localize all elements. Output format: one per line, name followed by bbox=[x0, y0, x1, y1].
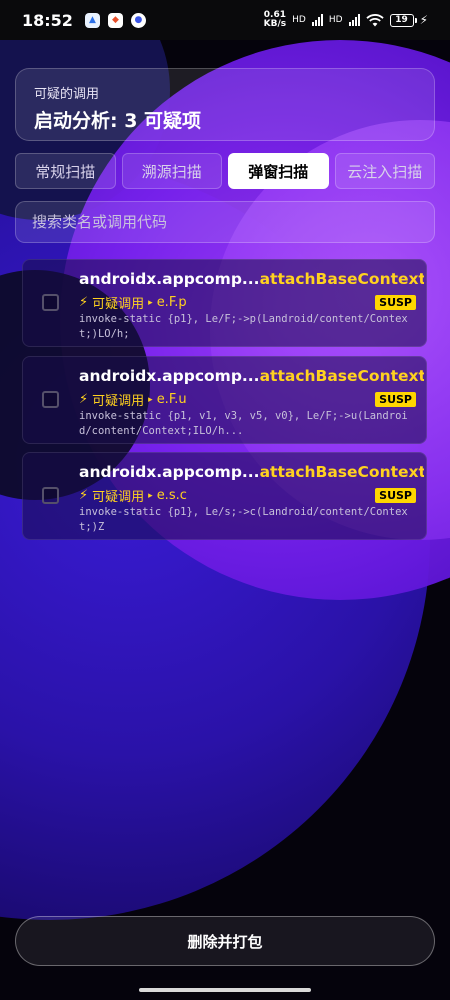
search-box bbox=[15, 201, 435, 243]
tab-trace-scan[interactable]: 溯源扫描 bbox=[121, 153, 222, 189]
status-bar: 18:52 ▲ ◆ ● 0.61 KB/s HD HD 19 ⚡ bbox=[0, 0, 450, 40]
result-card[interactable]: androidx.appcomp...attachBaseContext ⚡ 可… bbox=[22, 259, 427, 347]
tag-label: 可疑调用 bbox=[92, 394, 145, 409]
code-snippet: invoke-static {p1}, Le/F;->p(Landroid/co… bbox=[79, 313, 408, 340]
susp-badge: SUSP bbox=[375, 488, 416, 503]
battery-level: 19 bbox=[395, 15, 408, 25]
result-tag: ⚡ 可疑调用 ▸ e.F.p bbox=[79, 293, 187, 312]
method-name: attachBaseContext bbox=[259, 270, 424, 288]
result-card[interactable]: androidx.appcomp...attachBaseContext ⚡ 可… bbox=[22, 356, 427, 444]
main-content: 可疑的调用 启动分析: 3 可疑项 常规扫描 溯源扫描 弹窗扫描 云注入扫描 a… bbox=[0, 0, 450, 1000]
arrow-icon: ▸ bbox=[148, 297, 153, 308]
notification-app-icon: ● bbox=[130, 12, 146, 28]
summary-card: 可疑的调用 启动分析: 3 可疑项 bbox=[15, 68, 435, 141]
tag-label: 可疑调用 bbox=[92, 490, 145, 505]
method-name: attachBaseContext bbox=[259, 367, 424, 385]
charging-icon: ⚡ bbox=[419, 13, 428, 27]
tag-label: 可疑调用 bbox=[92, 297, 145, 312]
wifi-icon bbox=[365, 13, 384, 26]
home-indicator[interactable] bbox=[139, 988, 311, 992]
signal-icon bbox=[311, 14, 323, 26]
notification-app-icon: ◆ bbox=[107, 12, 123, 28]
class-name: androidx.appcomp... bbox=[79, 367, 260, 385]
delete-and-pack-button[interactable]: 删除并打包 bbox=[15, 916, 435, 966]
result-tag: ⚡ 可疑调用 ▸ e.s.c bbox=[79, 486, 187, 505]
select-checkbox[interactable] bbox=[42, 294, 59, 311]
code-snippet: invoke-static {p1, v1, v3, v5, v0}, Le/F… bbox=[79, 410, 408, 437]
signal-icon bbox=[348, 14, 360, 26]
tab-cloud-injection-scan[interactable]: 云注入扫描 bbox=[334, 153, 435, 189]
tab-normal-scan[interactable]: 常规扫描 bbox=[15, 153, 116, 189]
method-ref: e.F.u bbox=[156, 392, 187, 407]
select-checkbox[interactable] bbox=[42, 487, 59, 504]
result-title: androidx.appcomp...attachBaseContext bbox=[79, 270, 424, 288]
result-title: androidx.appcomp...attachBaseContext bbox=[79, 463, 424, 481]
arrow-icon: ▸ bbox=[148, 394, 153, 405]
result-card[interactable]: androidx.appcomp...attachBaseContext ⚡ 可… bbox=[22, 452, 427, 540]
method-name: attachBaseContext bbox=[259, 463, 424, 481]
code-snippet: invoke-static {p1}, Le/s;->c(Landroid/co… bbox=[79, 506, 408, 533]
method-ref: e.F.p bbox=[156, 295, 187, 310]
search-input[interactable] bbox=[30, 212, 420, 232]
net-speed: 0.61 KB/s bbox=[264, 11, 286, 29]
result-title: androidx.appcomp...attachBaseContext bbox=[79, 367, 424, 385]
select-checkbox[interactable] bbox=[42, 391, 59, 408]
tab-popup-scan[interactable]: 弹窗扫描 bbox=[228, 153, 329, 189]
class-name: androidx.appcomp... bbox=[79, 270, 260, 288]
lightning-icon: ⚡ bbox=[79, 488, 89, 503]
hd-label: HD bbox=[328, 15, 343, 25]
scan-tabs: 常规扫描 溯源扫描 弹窗扫描 云注入扫描 bbox=[15, 153, 435, 189]
status-right: 0.61 KB/s HD HD 19 ⚡ bbox=[264, 11, 428, 29]
summary-title: 启动分析: 3 可疑项 bbox=[34, 110, 202, 132]
class-name: androidx.appcomp... bbox=[79, 463, 260, 481]
hd-label: HD bbox=[292, 15, 306, 25]
lightning-icon: ⚡ bbox=[79, 392, 89, 407]
notification-app-icon: ▲ bbox=[84, 12, 100, 28]
clock: 18:52 bbox=[22, 10, 73, 30]
battery-icon: 19 bbox=[389, 13, 417, 27]
net-speed-unit: KB/s bbox=[263, 19, 287, 29]
method-ref: e.s.c bbox=[156, 488, 187, 503]
status-left: 18:52 ▲ ◆ ● bbox=[22, 11, 146, 30]
lightning-icon: ⚡ bbox=[79, 295, 89, 310]
susp-badge: SUSP bbox=[375, 295, 416, 310]
susp-badge: SUSP bbox=[375, 392, 416, 407]
summary-subtitle: 可疑的调用 bbox=[34, 87, 100, 102]
result-tag: ⚡ 可疑调用 ▸ e.F.u bbox=[79, 390, 187, 409]
arrow-icon: ▸ bbox=[148, 490, 153, 501]
